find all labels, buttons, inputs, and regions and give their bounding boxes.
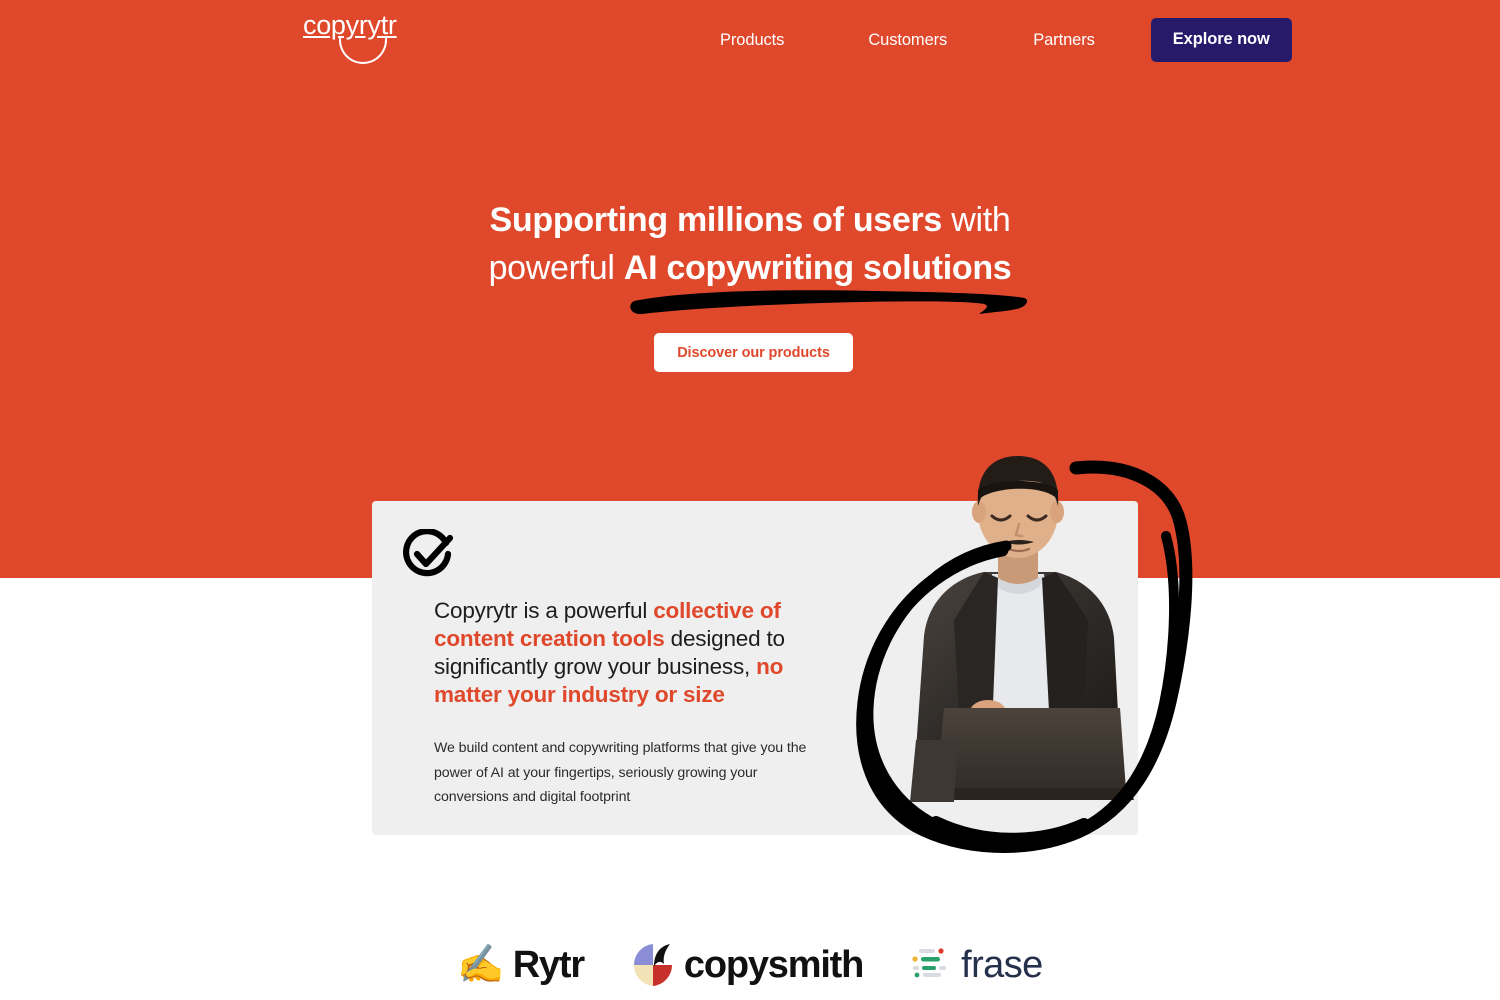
partner-logo-copysmith[interactable]: copysmith (630, 942, 864, 988)
man-working-on-laptop-photo (910, 456, 1134, 802)
frase-mark-icon (912, 948, 947, 978)
hero-title-bold-2: AI copywriting solutions (623, 249, 1012, 287)
partner-logo-frase[interactable]: frase (909, 943, 1043, 987)
hero-title: Supporting millions of users with powerf… (470, 196, 1030, 292)
brand-logo[interactable]: copyrytr (303, 8, 433, 64)
check-circle-icon (402, 529, 454, 577)
brand-logo-smile-icon (339, 38, 387, 64)
hero-title-bold-1: Supporting millions of users (489, 201, 943, 239)
writing-hand-emoji-icon: ✍️ (457, 944, 505, 986)
landing-page: copyrytr Products Customers Partners Exp… (0, 0, 1500, 1000)
hero-copy: Supporting millions of users with powerf… (0, 196, 1500, 292)
partner-name-frase: frase (961, 944, 1043, 986)
nav-link-products[interactable]: Products (720, 22, 784, 59)
brand-logo-text: copyrytr (303, 10, 397, 40)
feature-card-heading: Copyrytr is a powerful collective of con… (434, 597, 834, 709)
nav-link-customers[interactable]: Customers (868, 22, 947, 59)
hand-drawn-underline-icon (630, 290, 1028, 315)
partner-logo-row: ✍️ Rytr copysmith frase (0, 930, 1500, 1000)
explore-now-button[interactable]: Explore now (1150, 18, 1292, 62)
partner-logo-rytr[interactable]: ✍️ Rytr (457, 944, 585, 986)
feature-card-body: We build content and copywriting platfor… (434, 740, 807, 805)
heading-segment-1: Copyrytr is a powerful (434, 598, 654, 623)
site-header: copyrytr Products Customers Partners Exp… (0, 0, 1500, 75)
partner-name-rytr: Rytr (512, 944, 585, 986)
copysmith-mark-icon (633, 944, 672, 986)
primary-navigation: Products Customers Partners Explore now (720, 18, 1292, 62)
discover-products-button[interactable]: Discover our products (654, 333, 853, 372)
nav-link-partners[interactable]: Partners (1033, 22, 1095, 59)
partner-name-copysmith: copysmith (683, 944, 864, 986)
